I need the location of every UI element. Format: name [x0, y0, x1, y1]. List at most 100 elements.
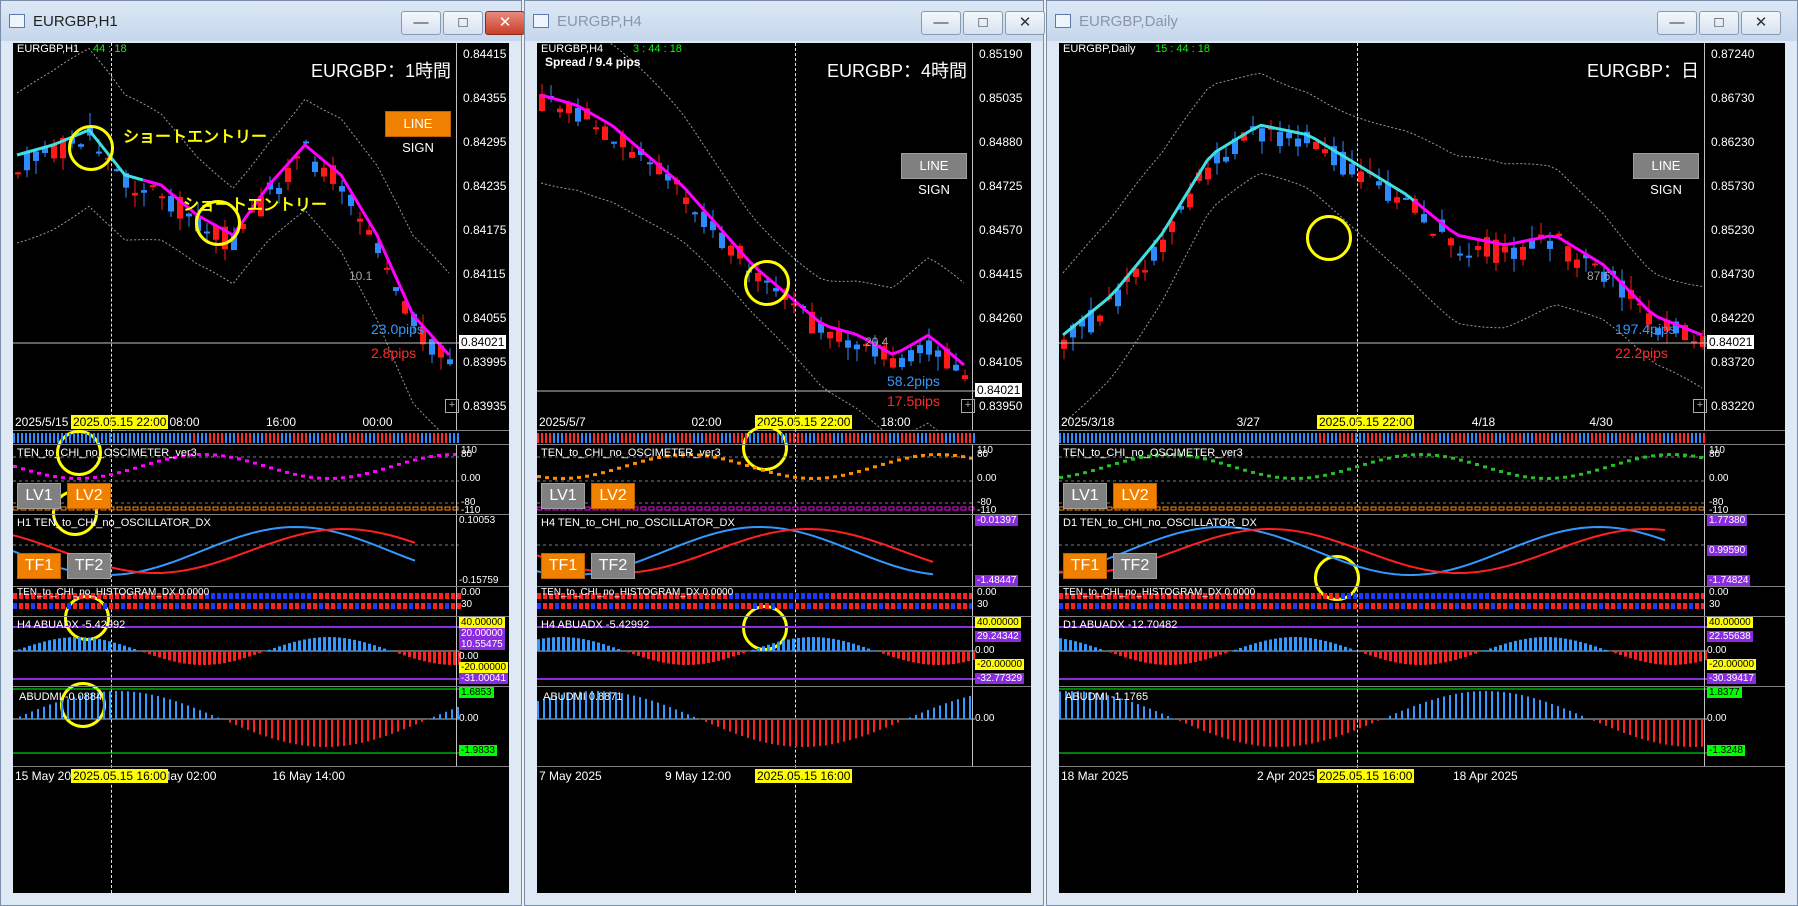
osc-dot	[569, 476, 573, 480]
adx-bar	[1499, 645, 1502, 651]
chart-window-daily[interactable]: EURGBP,Daily — □ ✕ 0.87240 0.86730 0.86230…	[1046, 0, 1798, 906]
hist-bar-top	[301, 593, 305, 599]
osc-floor-dot	[420, 506, 427, 511]
osc-axis: 110 80 0.00 -80 -110	[972, 445, 1031, 516]
hist-bar-top	[439, 593, 443, 599]
signal-strip-svg	[13, 433, 459, 443]
signal-tick	[249, 433, 251, 443]
bottom-tick-label: 18 Apr 2025	[1453, 769, 1518, 783]
hist-bar-bottom	[1605, 603, 1609, 609]
signal-tick	[881, 433, 883, 443]
adx-bar	[1284, 637, 1287, 651]
signal-tick	[309, 433, 311, 443]
hist-bar-bottom	[397, 603, 401, 609]
lv2-button[interactable]: LV2	[67, 483, 111, 509]
expand-icon[interactable]: +	[1693, 399, 1707, 413]
dmi-bar	[403, 719, 405, 730]
tf1-button[interactable]: TF1	[1063, 553, 1107, 579]
maximize-button[interactable]: □	[1699, 11, 1739, 35]
osc-floor-dot	[704, 506, 711, 511]
signal-tick	[1371, 433, 1373, 443]
lv2-button[interactable]: LV2	[591, 483, 635, 509]
candle	[1565, 246, 1571, 262]
expand-icon[interactable]: +	[445, 399, 459, 413]
signal-tick	[285, 433, 287, 443]
titlebar[interactable]: EURGBP,Daily — □ ✕	[1047, 1, 1797, 41]
lv1-button[interactable]: LV1	[1063, 483, 1107, 509]
tf2-button[interactable]: TF2	[67, 553, 111, 579]
osc-scale-label: 0.00	[461, 473, 481, 484]
adx-scale-label: 0.00	[459, 650, 479, 662]
adx-bar	[872, 650, 875, 651]
lv1-button[interactable]: LV1	[541, 483, 585, 509]
lv2-button[interactable]: LV2	[1113, 483, 1157, 509]
titlebar[interactable]: EURGBP,H4 — □ ✕	[525, 1, 1045, 41]
close-button[interactable]: ✕	[485, 11, 525, 35]
candle	[1421, 214, 1427, 223]
osc-dot	[317, 476, 321, 480]
signal-tick	[1639, 433, 1641, 443]
adx-bar	[83, 637, 86, 651]
hist-bar-bottom	[675, 603, 679, 609]
candle	[935, 350, 941, 357]
tf1-button[interactable]: TF1	[17, 553, 61, 579]
chart-area[interactable]: 0.84415 0.84355 0.84295 0.84235 0.84175 0.841…	[13, 43, 509, 893]
dmi-bar	[1635, 719, 1637, 738]
dmi-bar	[1629, 719, 1631, 736]
dmi-bar	[229, 719, 231, 723]
titlebar[interactable]: EURGBP,H1 — □ ✕	[1, 1, 525, 41]
signal-tick	[97, 433, 99, 443]
osc-dot	[897, 458, 901, 462]
dmi-bar	[669, 707, 671, 719]
dmi-bar	[1491, 691, 1493, 719]
minimize-button[interactable]: —	[401, 11, 441, 35]
osc-floor-dot	[396, 506, 403, 511]
minimize-button[interactable]: —	[921, 11, 961, 35]
line-sign-button[interactable]: LINE SIGN	[385, 111, 451, 155]
close-button[interactable]: ✕	[1741, 11, 1781, 35]
dmi-bar	[915, 714, 917, 719]
chart-area[interactable]: 0.85190 0.85035 0.84880 0.84725 0.84570 0.844…	[537, 43, 1031, 893]
signal-tick	[1591, 433, 1593, 443]
hist-bar-bottom	[307, 603, 311, 609]
chart-window-h1[interactable]: EURGBP,H1 — □ ✕ 0.84415 0.84355 0.84295 0.8…	[0, 0, 525, 906]
candle	[24, 151, 30, 171]
minimize-button[interactable]: —	[1657, 11, 1697, 35]
hist-bar-bottom	[1641, 603, 1645, 609]
osc-floor-dot	[1458, 506, 1465, 511]
tf2-button[interactable]: TF2	[1113, 553, 1157, 579]
signal-tick	[353, 433, 355, 443]
adx-bar	[627, 651, 630, 653]
signal-tick	[113, 433, 115, 443]
close-button[interactable]: ✕	[1005, 11, 1045, 35]
candle	[1061, 339, 1067, 349]
osc-dot	[1395, 455, 1399, 459]
lv1-button[interactable]: LV1	[17, 483, 61, 509]
hist-bar-top	[1293, 593, 1297, 599]
adx-bar	[53, 639, 56, 651]
line-sign-button[interactable]: LINE SIGN	[1633, 153, 1699, 197]
expand-icon[interactable]: +	[961, 399, 975, 413]
hist-bar-bottom	[1671, 603, 1675, 609]
adx-bar	[917, 651, 920, 664]
chart-window-h4[interactable]: EURGBP,H4 — □ ✕ 0.85190 0.85035 0.84880 0.8…	[524, 0, 1045, 906]
signal-tick	[537, 433, 539, 443]
hist-bar-bottom	[1533, 603, 1537, 609]
histogram-title: TEN_to_CHI_no_HISTOGRAM_DX 0.0000	[1063, 587, 1256, 598]
chart-area[interactable]: 0.87240 0.86730 0.86230 0.85730 0.85230 0.847…	[1059, 43, 1785, 893]
window-title: EURGBP,H1	[33, 13, 118, 30]
signal-tick	[957, 433, 959, 443]
line-sign-button[interactable]: LINE SIGN	[901, 153, 967, 197]
osc-floor-dot	[1498, 506, 1505, 511]
signal-tick	[1259, 433, 1261, 443]
maximize-button[interactable]: □	[443, 11, 483, 35]
adx-bar	[38, 642, 41, 651]
osc-dot	[1067, 474, 1071, 478]
hist-bar-bottom	[1305, 603, 1309, 609]
maximize-button[interactable]: □	[963, 11, 1003, 35]
tf2-button[interactable]: TF2	[591, 553, 635, 579]
osc-floor-dot	[348, 506, 355, 511]
tf1-button[interactable]: TF1	[541, 553, 585, 579]
signal-tick	[37, 433, 39, 443]
oscillator-dx-pane: H1 TEN_to_CHI_no_OSCILLATOR_DX 0.10053 -0.…	[13, 515, 509, 587]
